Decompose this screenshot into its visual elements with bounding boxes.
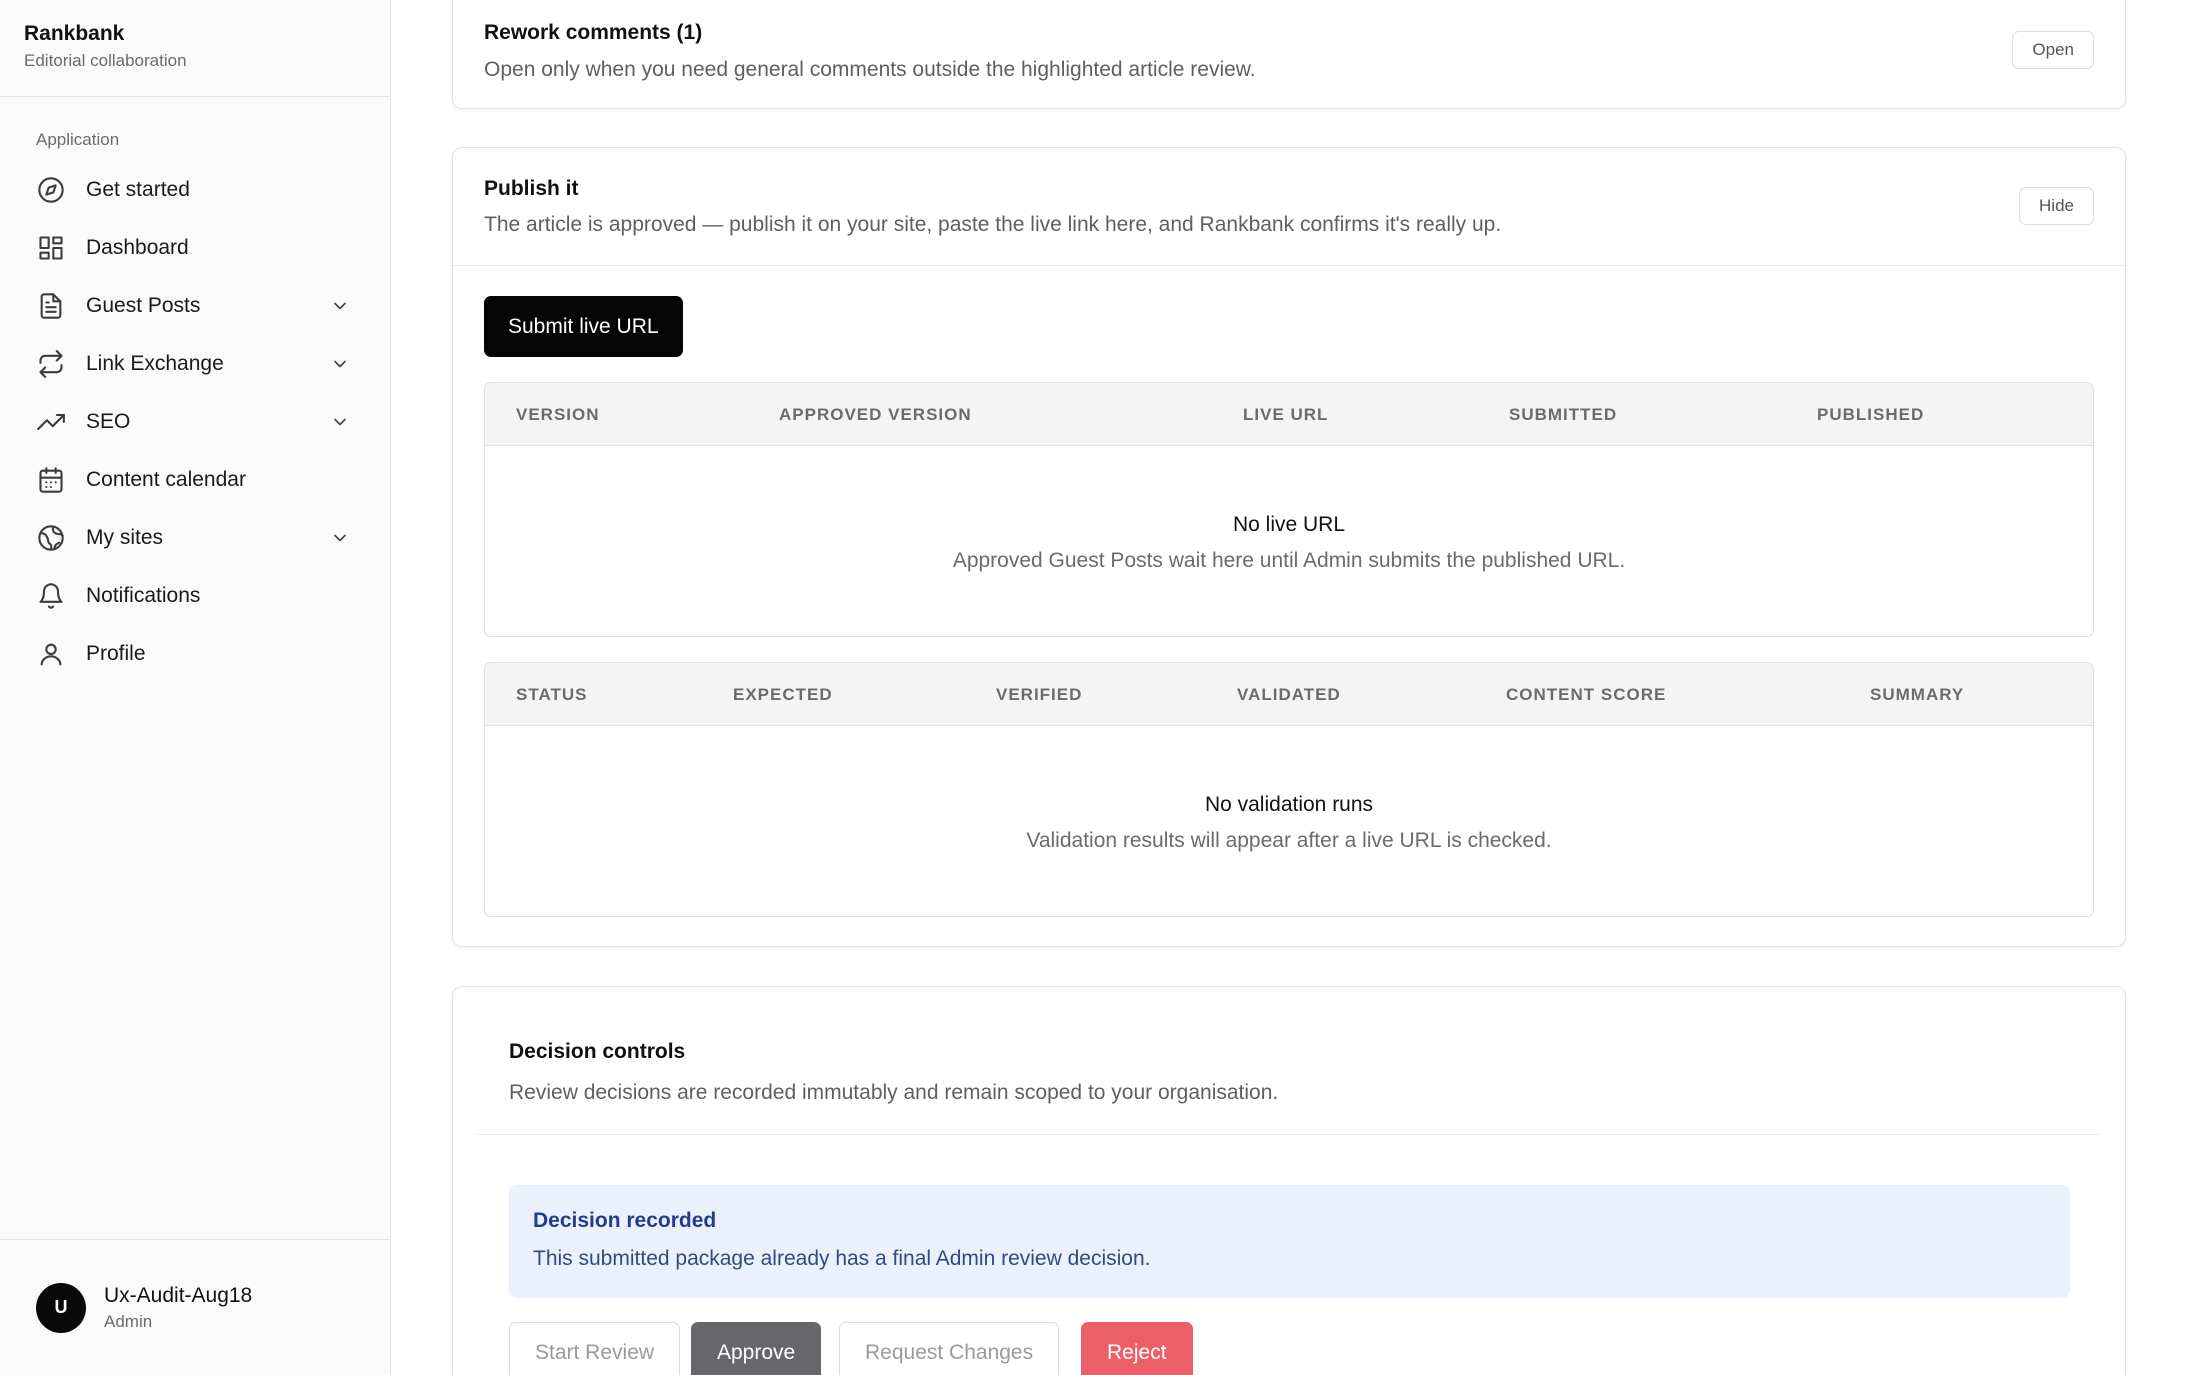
- compass-icon: [36, 175, 66, 205]
- empty-state-text: Validation results will appear after a l…: [1026, 829, 1552, 852]
- table-header: STATUS EXPECTED VERIFIED VALIDATED CONTE…: [485, 663, 2093, 726]
- trending-up-icon: [36, 407, 66, 437]
- user-name: Ux-Audit-Aug18: [104, 1283, 253, 1307]
- sidebar-item-dashboard[interactable]: Dashboard: [0, 219, 390, 277]
- empty-state-text: Approved Guest Posts wait here until Adm…: [952, 549, 1626, 572]
- validation-empty-state: No validation runs Validation results wi…: [485, 791, 2093, 855]
- sidebar-item-my-sites[interactable]: My sites: [0, 509, 390, 567]
- app-root: Rankbank Editorial collaboration Applica…: [0, 0, 2200, 1375]
- user-menu[interactable]: U Ux-Audit-Aug18 Admin: [0, 1239, 390, 1375]
- validation-table: STATUS EXPECTED VERIFIED VALIDATED CONTE…: [484, 662, 2094, 917]
- rework-comments-card: Rework comments (1) Open only when you n…: [452, 0, 2126, 109]
- publish-divider: [453, 265, 2125, 266]
- sidebar-item-notifications[interactable]: Notifications: [0, 567, 390, 625]
- request-changes-button[interactable]: Request Changes: [839, 1322, 1060, 1375]
- sidebar: Rankbank Editorial collaboration Applica…: [0, 0, 391, 1375]
- sidebar-item-content-calendar[interactable]: Content calendar: [0, 451, 390, 509]
- bell-icon: [36, 581, 66, 611]
- decision-controls-card: Decision controls Review decisions are r…: [452, 986, 2126, 1375]
- sidebar-item-label: Get started: [86, 178, 190, 201]
- live-url-table: VERSION APPROVED VERSION LIVE URL SUBMIT…: [484, 382, 2094, 637]
- column-header-published: PUBLISHED: [1817, 405, 1925, 424]
- sidebar-item-label: SEO: [86, 410, 131, 433]
- column-header-content-score: CONTENT SCORE: [1506, 685, 1667, 704]
- sidebar-item-seo[interactable]: SEO: [0, 393, 390, 451]
- column-header-submitted: SUBMITTED: [1509, 405, 1618, 424]
- table-header: VERSION APPROVED VERSION LIVE URL SUBMIT…: [485, 383, 2093, 446]
- sidebar-item-label: Content calendar: [86, 468, 246, 491]
- decision-divider: [477, 1134, 2101, 1135]
- avatar: U: [36, 1282, 86, 1333]
- sidebar-nav: Get started Dashboard Guest Posts Link E…: [0, 151, 390, 683]
- document-icon: [36, 291, 66, 321]
- column-header-verified: VERIFIED: [996, 685, 1083, 704]
- chevron-down-icon[interactable]: [330, 528, 350, 548]
- column-header-live-url: LIVE URL: [1243, 405, 1329, 424]
- sidebar-item-label: Profile: [86, 642, 146, 665]
- sidebar-item-get-started[interactable]: Get started: [0, 161, 390, 219]
- hide-publish-button[interactable]: Hide: [2019, 187, 2094, 225]
- sidebar-item-guest-posts[interactable]: Guest Posts: [0, 277, 390, 335]
- start-review-button[interactable]: Start Review: [509, 1322, 681, 1375]
- decision-recorded-notice: Decision recorded This submitted package…: [509, 1185, 2070, 1298]
- column-header-approved-version: APPROVED VERSION: [779, 405, 972, 424]
- sidebar-item-link-exchange[interactable]: Link Exchange: [0, 335, 390, 393]
- approve-button[interactable]: Approve: [691, 1322, 822, 1375]
- sidebar-item-label: Guest Posts: [86, 294, 201, 317]
- sidebar-item-profile[interactable]: Profile: [0, 625, 390, 683]
- reject-button[interactable]: Reject: [1081, 1322, 1193, 1375]
- sidebar-item-label: Notifications: [86, 584, 201, 607]
- empty-state-title: No validation runs: [1204, 793, 1374, 816]
- grid-icon: [36, 233, 66, 263]
- column-header-expected: EXPECTED: [733, 685, 833, 704]
- repeat-icon: [36, 349, 66, 379]
- main-content: Rework comments (1) Open only when you n…: [391, 0, 2200, 1375]
- publish-card: Publish it The article is approved — pub…: [452, 147, 2126, 947]
- globe-icon: [36, 523, 66, 553]
- live-url-empty-state: No live URL Approved Guest Posts wait he…: [485, 511, 2093, 575]
- column-header-validated: VALIDATED: [1237, 685, 1341, 704]
- chevron-down-icon[interactable]: [330, 296, 350, 316]
- nav-group-label: Application: [36, 130, 120, 149]
- rework-comments-description: Open only when you need general comments…: [484, 58, 1256, 81]
- chevron-down-icon[interactable]: [330, 412, 350, 432]
- user-role: Admin: [104, 1311, 153, 1331]
- column-header-summary: SUMMARY: [1870, 685, 1965, 704]
- column-header-status: STATUS: [516, 685, 588, 704]
- calendar-icon: [36, 465, 66, 495]
- brand-subtitle: Editorial collaboration: [24, 51, 187, 70]
- sidebar-item-label: Link Exchange: [86, 352, 224, 375]
- empty-state-title: No live URL: [1232, 513, 1346, 536]
- user-icon: [36, 639, 66, 669]
- brand-name: Rankbank: [24, 22, 125, 45]
- decision-title: Decision controls: [509, 1040, 686, 1063]
- publish-title: Publish it: [484, 177, 579, 200]
- sidebar-item-label: My sites: [86, 526, 164, 549]
- notice-text: This submitted package already has a fin…: [533, 1247, 1151, 1270]
- chevron-down-icon[interactable]: [330, 354, 350, 374]
- notice-title: Decision recorded: [533, 1209, 717, 1232]
- publish-description: The article is approved — publish it on …: [484, 213, 1502, 236]
- user-info: Ux-Audit-Aug18 Admin: [104, 1282, 252, 1334]
- sidebar-item-label: Dashboard: [86, 236, 189, 259]
- decision-description: Review decisions are recorded immutably …: [509, 1081, 1279, 1104]
- rework-comments-title: Rework comments (1): [484, 21, 703, 44]
- submit-live-url-button[interactable]: Submit live URL: [484, 296, 683, 357]
- brand: Rankbank Editorial collaboration: [0, 0, 390, 97]
- column-header-version: VERSION: [516, 405, 600, 424]
- open-rework-button[interactable]: Open: [2012, 31, 2094, 69]
